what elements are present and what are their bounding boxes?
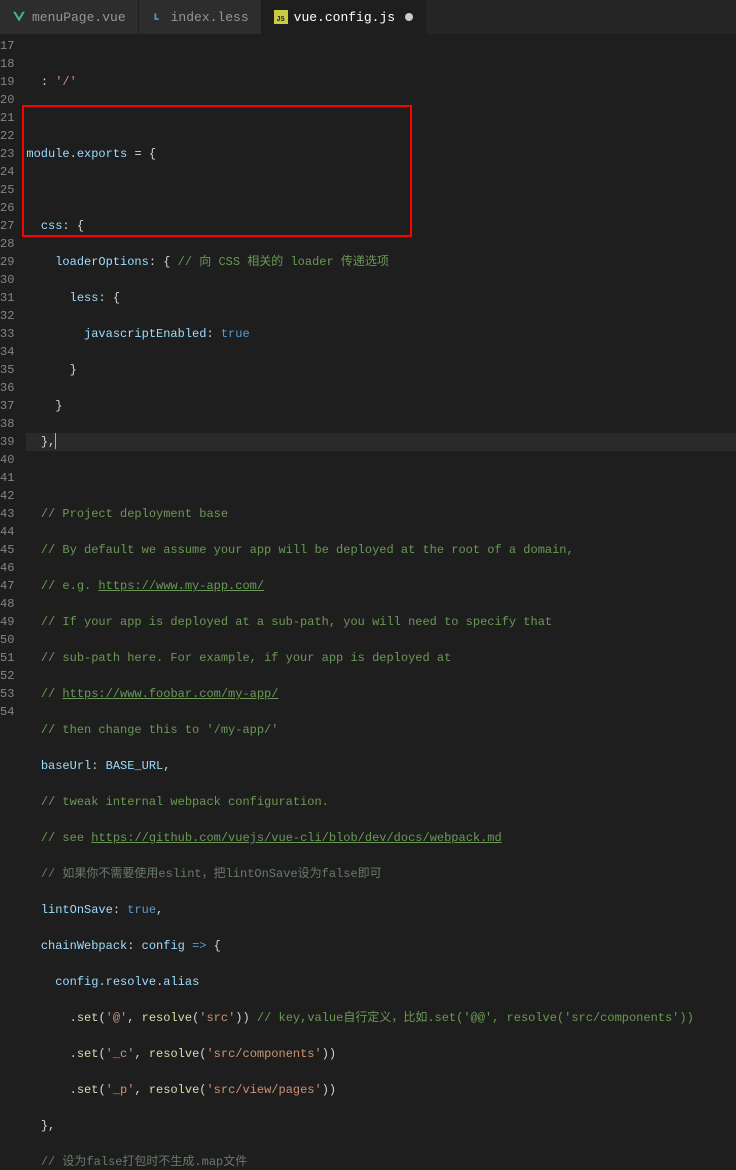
tab-label: vue.config.js — [294, 10, 395, 25]
line-number: 44 — [0, 523, 14, 541]
line-number: 24 — [0, 163, 14, 181]
line-number: 40 — [0, 451, 14, 469]
line-number: 32 — [0, 307, 14, 325]
line-number: 22 — [0, 127, 14, 145]
line-number: 27 — [0, 217, 14, 235]
line-number: 48 — [0, 595, 14, 613]
line-number: 46 — [0, 559, 14, 577]
line-number: 45 — [0, 541, 14, 559]
js-icon: JS — [274, 10, 288, 24]
editor-tabs: menuPage.vue index.less JS vue.config.js — [0, 0, 736, 35]
dirty-indicator-icon — [405, 13, 413, 21]
vue-icon — [12, 10, 26, 24]
line-number: 54 — [0, 703, 14, 721]
less-icon — [151, 10, 165, 24]
line-number: 20 — [0, 91, 14, 109]
line-number: 53 — [0, 685, 14, 703]
line-number: 28 — [0, 235, 14, 253]
line-number: 41 — [0, 469, 14, 487]
tab-label: index.less — [171, 10, 249, 25]
line-number: 42 — [0, 487, 14, 505]
text-cursor — [55, 433, 56, 449]
line-number: 49 — [0, 613, 14, 631]
line-number: 29 — [0, 253, 14, 271]
line-number: 34 — [0, 343, 14, 361]
svg-text:JS: JS — [276, 16, 284, 24]
line-number: 23 — [0, 145, 14, 163]
line-gutter: 1718192021222324252627282930313233343536… — [0, 35, 26, 585]
line-number: 17 — [0, 37, 14, 55]
line-number: 31 — [0, 289, 14, 307]
line-number: 21 — [0, 109, 14, 127]
line-number: 30 — [0, 271, 14, 289]
line-number: 26 — [0, 199, 14, 217]
line-number: 19 — [0, 73, 14, 91]
line-number: 43 — [0, 505, 14, 523]
line-number: 51 — [0, 649, 14, 667]
line-number: 36 — [0, 379, 14, 397]
tab-vueconfig[interactable]: JS vue.config.js — [262, 0, 426, 34]
line-number: 18 — [0, 55, 14, 73]
line-number: 33 — [0, 325, 14, 343]
line-number: 37 — [0, 397, 14, 415]
line-number: 52 — [0, 667, 14, 685]
code-editor[interactable]: 1718192021222324252627282930313233343536… — [0, 35, 736, 585]
line-number: 39 — [0, 433, 14, 451]
line-number: 50 — [0, 631, 14, 649]
tab-menupage[interactable]: menuPage.vue — [0, 0, 139, 34]
tab-label: menuPage.vue — [32, 10, 126, 25]
line-number: 38 — [0, 415, 14, 433]
code-area[interactable]: : '/' module.exports = { css: { loaderOp… — [26, 35, 736, 585]
line-number: 35 — [0, 361, 14, 379]
tab-indexless[interactable]: index.less — [139, 0, 262, 34]
line-number: 47 — [0, 577, 14, 595]
line-number: 25 — [0, 181, 14, 199]
